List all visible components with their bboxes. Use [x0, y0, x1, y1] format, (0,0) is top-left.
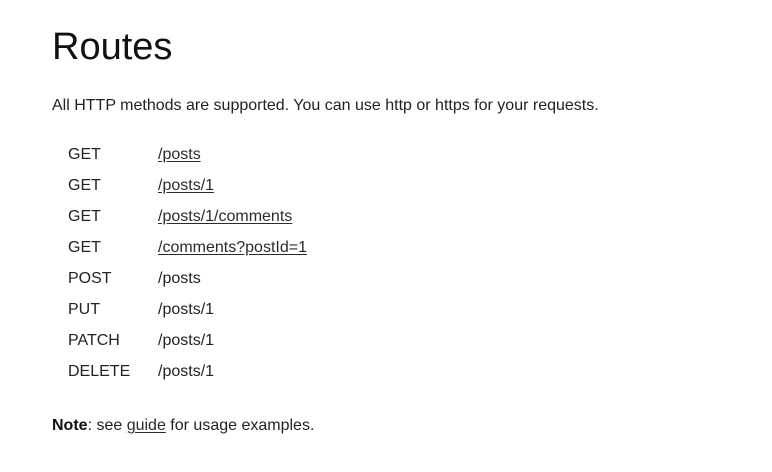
route-path-cell: /comments?postId=1: [158, 232, 307, 263]
route-method: GET: [68, 145, 101, 163]
note-text-before: : see: [87, 417, 127, 434]
route-method: POST: [68, 269, 112, 287]
route-method: PATCH: [68, 331, 120, 349]
route-row: GET /posts: [52, 139, 307, 170]
route-link[interactable]: /posts/1: [158, 177, 214, 194]
routes-page: Routes All HTTP methods are supported. Y…: [0, 0, 772, 472]
route-row: GET /posts/1: [52, 170, 307, 201]
route-link[interactable]: /posts: [158, 146, 201, 163]
route-path: /posts/1: [158, 362, 215, 380]
route-path: /posts/1: [158, 300, 215, 318]
route-row: PUT /posts/1: [52, 294, 307, 325]
route-path-cell: /posts/1/comments: [158, 201, 307, 232]
usage-note: Note: see guide for usage examples.: [52, 416, 314, 436]
route-path: /posts/1: [158, 331, 215, 349]
route-method: DELETE: [68, 362, 131, 380]
route-row: GET /comments?postId=1: [52, 232, 307, 263]
route-row: DELETE /posts/1: [52, 356, 307, 387]
route-method: GET: [68, 238, 101, 256]
route-row: PATCH /posts/1: [52, 325, 307, 356]
route-row: GET /posts/1/comments: [52, 201, 307, 232]
route-method: GET: [68, 207, 101, 225]
routes-table: GET /posts GET /posts/1 GET /posts/1/com…: [52, 139, 307, 387]
route-row: POST /posts: [52, 263, 307, 294]
intro-text: All HTTP methods are supported. You can …: [52, 97, 599, 114]
route-method: GET: [68, 176, 101, 194]
note-text-after: for usage examples.: [165, 417, 315, 434]
route-link[interactable]: /comments?postId=1: [158, 239, 307, 256]
route-path: /posts: [158, 269, 201, 287]
page-title: Routes: [52, 26, 173, 68]
guide-link[interactable]: guide: [127, 417, 166, 434]
note-label: Note: [52, 417, 88, 434]
route-path-cell: /posts/1: [158, 170, 307, 201]
route-method: PUT: [68, 300, 100, 318]
route-path-cell: /posts: [158, 139, 307, 170]
route-link[interactable]: /posts/1/comments: [158, 208, 292, 225]
